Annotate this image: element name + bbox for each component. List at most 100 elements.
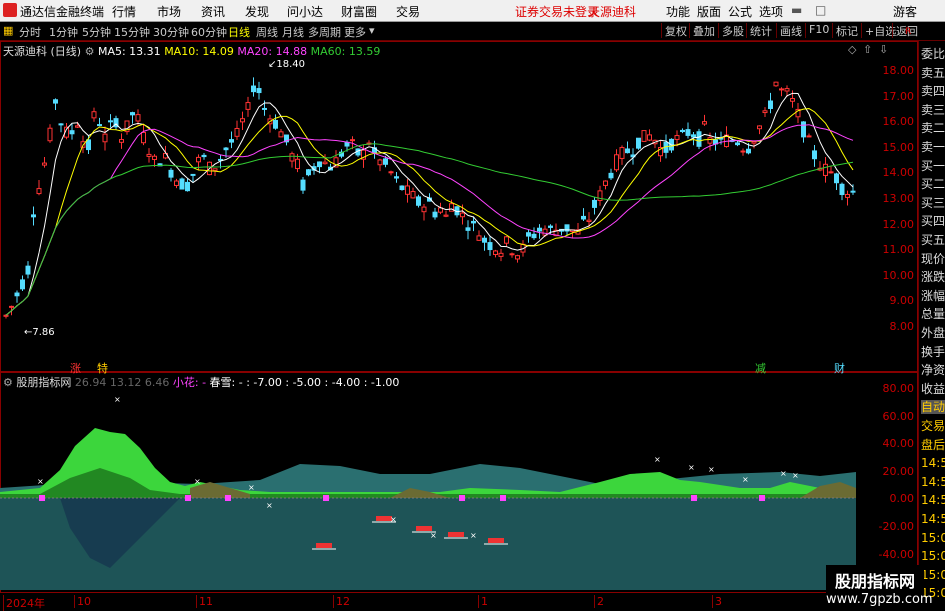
candle-body: [647, 134, 652, 141]
side-panel-item[interactable]: 总量: [921, 307, 945, 321]
side-panel-item[interactable]: 卖二: [921, 121, 945, 135]
candle-body: [680, 129, 685, 133]
price-tick: 10.00: [882, 268, 915, 282]
side-panel-item[interactable]: 涨幅: [921, 289, 945, 303]
ma-line: [5, 92, 854, 316]
side-panel-item[interactable]: 14:56: [921, 493, 945, 507]
candle-body: [262, 107, 267, 110]
candle-body: [768, 100, 773, 109]
menu-market[interactable]: 市场: [157, 3, 181, 20]
menu-wealth[interactable]: 财富圈: [341, 3, 377, 20]
period-tab-1min[interactable]: 1分钟: [49, 24, 78, 40]
side-panel-item[interactable]: 委比: [921, 47, 945, 61]
side-panel-item[interactable]: 15:00: [921, 531, 945, 545]
candle-body: [229, 139, 234, 143]
side-panel-item[interactable]: 14:56: [921, 456, 945, 470]
adjust-button[interactable]: 复权: [661, 23, 687, 38]
toolbar-grid-icon[interactable]: ▦: [3, 24, 13, 37]
candle-body: [405, 185, 410, 195]
stats-button[interactable]: 统计: [746, 23, 772, 38]
watermark-url: www.7gpzb.com: [826, 592, 933, 607]
f10-button[interactable]: F10: [805, 23, 829, 38]
menu-trade[interactable]: 交易: [396, 3, 420, 20]
menu-news[interactable]: 资讯: [201, 3, 225, 20]
minimize-icon[interactable]: ▬: [791, 3, 802, 17]
period-tab-monthly[interactable]: 月线: [282, 24, 304, 40]
candle-body: [707, 137, 713, 144]
side-panel-item[interactable]: 净资: [921, 363, 945, 377]
side-panel-item[interactable]: 交易: [921, 419, 945, 433]
price-tick: 18.00: [882, 64, 915, 77]
candle-body: [531, 233, 537, 239]
candlestick-chart[interactable]: [0, 41, 918, 372]
side-panel-item[interactable]: 卖一: [921, 140, 945, 154]
candle-body: [212, 168, 218, 172]
period-tab-weekly[interactable]: 周线: [256, 24, 278, 40]
add-watchlist-button[interactable]: +自选: [861, 23, 896, 38]
x-marker: ×: [430, 531, 437, 540]
side-panel-item[interactable]: 卖四: [921, 84, 945, 98]
side-panel-item[interactable]: 买二: [921, 177, 945, 191]
side-panel-item[interactable]: 卖三: [921, 103, 945, 117]
side-panel-item[interactable]: 卖五: [921, 66, 945, 80]
side-panel-item[interactable]: 14:56: [921, 512, 945, 526]
date-tick: 3: [712, 595, 722, 608]
candle-body: [47, 127, 53, 142]
indicator-chart[interactable]: × × × × × × × × × × × × × ×: [0, 372, 918, 593]
low-price-label: ←7.86: [24, 327, 55, 338]
menu-functions[interactable]: 功能: [666, 3, 690, 20]
side-panel-item[interactable]: 15:09: [921, 568, 945, 582]
side-panel-item[interactable]: 现价: [921, 252, 945, 266]
menu-market-quotes[interactable]: 行情: [112, 3, 136, 20]
side-panel-item[interactable]: 买四: [921, 214, 945, 228]
draw-line-button[interactable]: 画线: [776, 23, 802, 38]
overlay-button[interactable]: 叠加: [689, 23, 715, 38]
period-tab-more[interactable]: 更多: [344, 24, 366, 40]
period-tab-multi[interactable]: 多周期: [308, 24, 341, 40]
side-panel-item[interactable]: 自动: [921, 400, 945, 415]
period-tab-15min[interactable]: 15分钟: [114, 24, 150, 40]
period-tab-intraday[interactable]: 分时: [19, 24, 41, 40]
side-panel-item[interactable]: 外盘: [921, 326, 945, 340]
side-panel-item[interactable]: 换手: [921, 345, 945, 359]
side-panel-item[interactable]: 盘后: [921, 438, 945, 452]
candle-body: [526, 232, 531, 237]
candle-body: [75, 125, 80, 128]
side-panel-item[interactable]: 涨跌: [921, 270, 945, 284]
side-panel-item[interactable]: 买五: [921, 233, 945, 247]
candle-body: [482, 237, 487, 243]
period-tab-daily[interactable]: 日线: [228, 24, 250, 40]
side-panel-item[interactable]: 15:00: [921, 549, 945, 563]
candle-body: [410, 191, 416, 199]
menu-options[interactable]: 选项: [759, 3, 783, 20]
period-tab-60min[interactable]: 60分钟: [191, 24, 227, 40]
x-marker: ×: [742, 475, 749, 484]
multi-stock-button[interactable]: 多股: [718, 23, 744, 38]
mark-button[interactable]: 标记: [832, 23, 858, 38]
candle-body: [350, 139, 355, 142]
notice-stock[interactable]: 天源迪科: [588, 3, 636, 20]
side-panel-item[interactable]: 收益: [921, 382, 945, 396]
menu-layout[interactable]: 版面: [697, 3, 721, 20]
guest-user[interactable]: 游客: [893, 3, 917, 20]
date-tick: 11: [196, 595, 213, 608]
side-panel-item[interactable]: 买一: [921, 159, 945, 173]
side-panel-item[interactable]: 买三: [921, 196, 945, 210]
menu-ask[interactable]: 问小达: [287, 3, 323, 20]
candle-body: [20, 279, 25, 290]
trade-login-notice[interactable]: 证券交易未登录: [515, 3, 599, 20]
boat-marker: [488, 538, 504, 543]
side-panel-item[interactable]: 14:56: [921, 475, 945, 489]
period-tab-30min[interactable]: 30分钟: [153, 24, 189, 40]
candle-body: [36, 188, 42, 195]
period-tab-5min[interactable]: 5分钟: [82, 24, 111, 40]
candle-body: [696, 131, 702, 147]
menu-formula[interactable]: 公式: [728, 3, 752, 20]
x-marker: ×: [792, 471, 799, 480]
chevron-down-icon[interactable]: ▾: [369, 24, 375, 37]
candle-body: [58, 123, 64, 126]
maximize-icon[interactable]: □: [815, 3, 826, 17]
menu-discover[interactable]: 发现: [245, 3, 269, 20]
candle-body: [152, 155, 157, 160]
boat-marker: [316, 543, 332, 548]
